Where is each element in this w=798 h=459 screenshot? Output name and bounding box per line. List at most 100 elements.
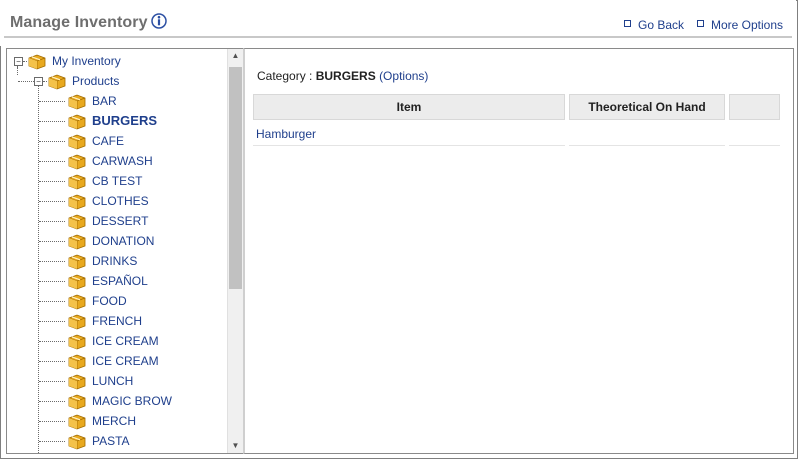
scroll-down-arrow-icon[interactable]: ▼ (228, 439, 243, 453)
info-icon[interactable] (150, 12, 168, 30)
tree-connector (39, 161, 65, 162)
tree-connector (39, 321, 65, 322)
tree-node-category[interactable]: BURGERS (7, 111, 227, 131)
tree-node-category[interactable]: CLOTHES (7, 191, 227, 211)
folder-box-icon (27, 52, 47, 70)
folder-box-icon (67, 192, 87, 210)
tree-node-label: FOOD (92, 294, 127, 308)
bullet-square-icon (697, 20, 704, 27)
more-options-link[interactable]: More Options (697, 18, 783, 32)
tree-connector (39, 261, 65, 262)
go-back-label: Go Back (638, 18, 685, 32)
column-header-extra (729, 94, 780, 120)
tree-node-category[interactable]: BAR (7, 91, 227, 111)
folder-box-icon (67, 292, 87, 310)
tree-connector (39, 221, 65, 222)
folder-box-icon (67, 272, 87, 290)
tree-node-label: CB TEST (92, 174, 143, 188)
folder-box-icon (67, 252, 87, 270)
bullet-square-icon (624, 20, 631, 27)
tree-node-category[interactable]: CARWASH (7, 151, 227, 171)
folder-box-icon (67, 432, 87, 450)
tree-connector (39, 121, 65, 122)
tree-connector (39, 421, 65, 422)
header-divider (4, 36, 792, 38)
tree-node-category[interactable]: DONATION (7, 231, 227, 251)
folder-box-icon (67, 412, 87, 430)
tree-node-label: ICE CREAM (92, 334, 159, 348)
tree-node-category[interactable]: DESSERT (7, 211, 227, 231)
tree-node-category[interactable]: ICE CREAM (7, 351, 227, 371)
tree-node-label: ICE CREAM (92, 354, 159, 368)
folder-box-icon (67, 152, 87, 170)
tree-connector (17, 65, 18, 73)
folder-box-icon (67, 132, 87, 150)
tree-node-label: LUNCH (92, 374, 134, 388)
row-divider (569, 145, 725, 146)
go-back-link[interactable]: Go Back (624, 18, 684, 32)
tree-connector (39, 241, 65, 242)
tree-scrollbar[interactable]: ▲ ▼ (227, 49, 243, 453)
folder-box-icon (47, 72, 67, 90)
tree-connector (18, 81, 34, 82)
folder-box-icon (67, 332, 87, 350)
folder-box-icon (67, 372, 87, 390)
tree-node-category[interactable]: CB TEST (7, 171, 227, 191)
scroll-up-arrow-icon[interactable]: ▲ (228, 49, 243, 63)
folder-box-icon (67, 112, 87, 130)
row-divider (729, 145, 780, 146)
tree-connector (39, 361, 65, 362)
tree-connector (39, 281, 65, 282)
tree-node-category[interactable]: FRENCH (7, 311, 227, 331)
tree-connector (39, 141, 65, 142)
tree-connector (39, 101, 65, 102)
tree-connector (39, 301, 65, 302)
tree-node-label: PASTA (92, 434, 130, 448)
column-header-theoretical-on-hand[interactable]: Theoretical On Hand (569, 94, 725, 120)
tree-connector (39, 181, 65, 182)
tree-node-category[interactable]: PASTA (7, 431, 227, 451)
category-detail-panel: Category : BURGERS (Options) Item Theore… (243, 48, 794, 454)
folder-box-icon (67, 92, 87, 110)
tree-connector (39, 441, 65, 442)
folder-box-icon (67, 312, 87, 330)
item-link-hamburger[interactable]: Hamburger (256, 127, 316, 141)
tree-connector (39, 341, 65, 342)
category-prefix: Category : (257, 69, 316, 83)
tree-node-label: FRENCH (92, 314, 142, 328)
collapse-toggle-icon[interactable]: − (14, 57, 23, 66)
folder-box-icon (67, 232, 87, 250)
tree-node-category[interactable]: ESPAÑOL (7, 271, 227, 291)
tree-node-label: DONATION (92, 234, 155, 248)
tree-connector (39, 381, 65, 382)
category-options-link[interactable]: (Options) (379, 69, 428, 83)
tree-node-label: CARWASH (92, 154, 153, 168)
tree-node-category[interactable]: ICE CREAM (7, 331, 227, 351)
scroll-thumb[interactable] (229, 67, 242, 289)
tree-node-label: DESSERT (92, 214, 149, 228)
tree-node-category[interactable]: CAFE (7, 131, 227, 151)
tree-node-products[interactable]: − Products (7, 67, 227, 91)
tree-node-label: CAFE (92, 134, 125, 148)
tree-node-label: CLOTHES (92, 194, 149, 208)
page-header: Manage Inventory Go Back More Options (0, 0, 796, 46)
folder-box-icon (67, 172, 87, 190)
more-options-label: More Options (711, 18, 784, 32)
tree-node-category[interactable]: MERCH (7, 411, 227, 431)
tree-node-my-inventory[interactable]: − My Inventory (7, 51, 227, 71)
tree-node-category[interactable]: LUNCH (7, 371, 227, 391)
page-title: Manage Inventory (10, 14, 148, 31)
tree-node-label: Products (72, 74, 120, 88)
tree-node-label: MERCH (92, 414, 136, 428)
tree-node-label: BAR (92, 94, 117, 108)
row-divider (253, 145, 565, 146)
tree-node-category[interactable]: MAGIC BROW (7, 391, 227, 411)
tree-node-category[interactable]: FOOD (7, 291, 227, 311)
column-header-item[interactable]: Item (253, 94, 565, 120)
tree-node-label: DRINKS (92, 254, 138, 268)
inventory-tree[interactable]: − My Inventory − Products BAR BURGERS CAFE CARW… (6, 48, 244, 454)
tree-node-category[interactable]: DRINKS (7, 251, 227, 271)
category-line: Category : BURGERS (Options) (257, 69, 428, 83)
tree-connector (39, 401, 65, 402)
category-name: BURGERS (315, 69, 376, 83)
